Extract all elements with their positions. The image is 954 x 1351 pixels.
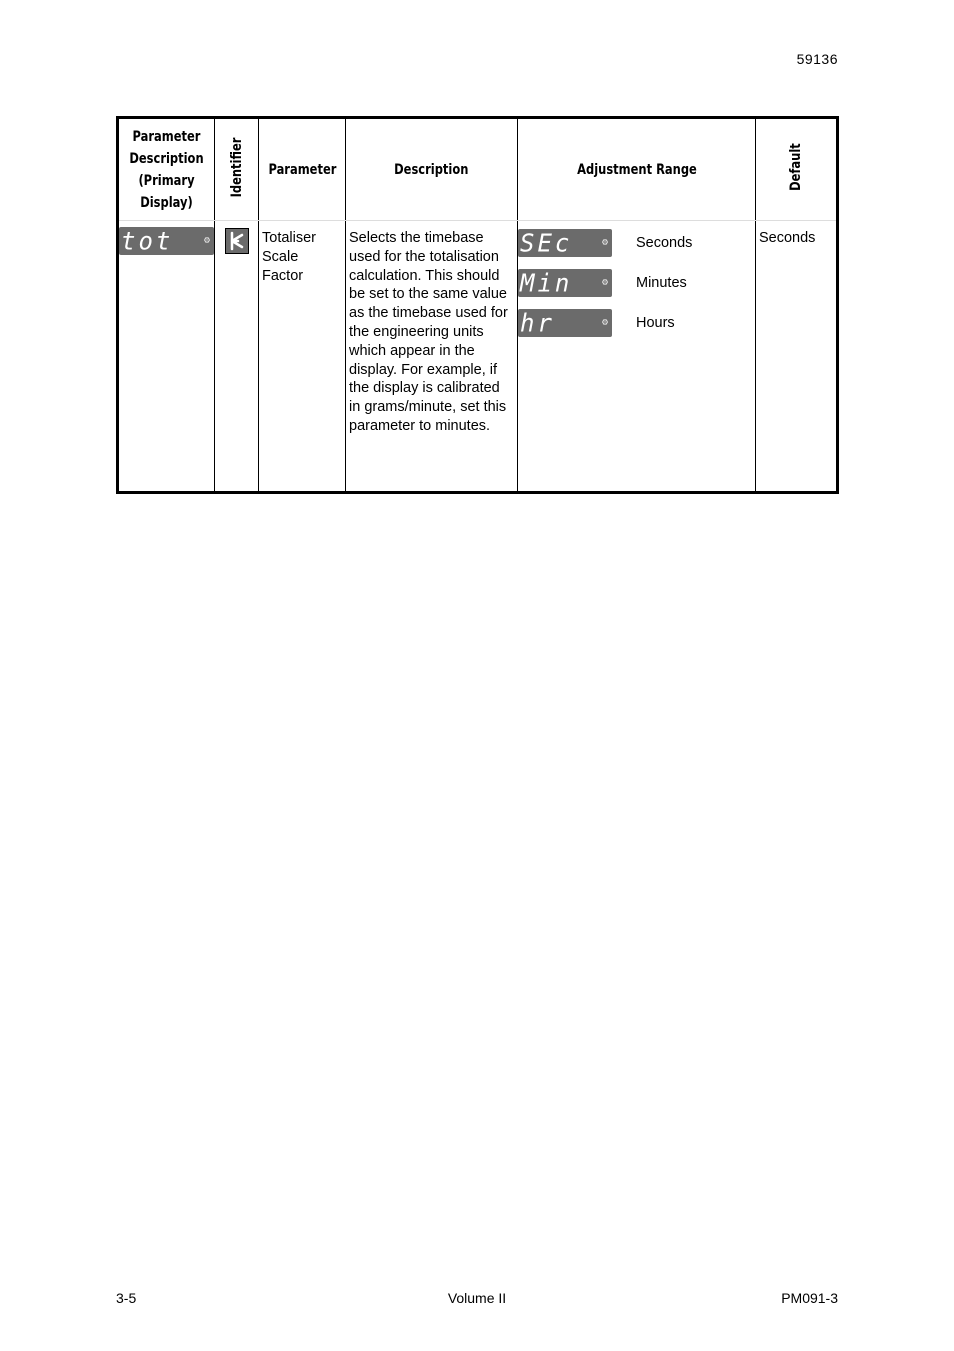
display-annunciator-icon: ⚙	[203, 234, 210, 246]
display-annunciator-icon: ⚙	[601, 236, 608, 248]
display-annunciator-icon: ⚙	[601, 316, 608, 328]
display-annunciator-icon: ⚙	[601, 276, 608, 288]
document-reference: PM091-3	[781, 1290, 838, 1306]
lcd-display-tot: tot ⚙	[119, 227, 214, 255]
totaliser-identifier-icon	[224, 228, 249, 254]
range-label: Hours	[636, 314, 675, 331]
parameter-table: Parameter Description (Primary Display) …	[116, 116, 839, 494]
lcd-display-hr: hr ⚙	[518, 309, 612, 337]
header-default: Default	[755, 117, 838, 221]
range-option-hours: hr ⚙ Hours	[518, 303, 755, 343]
description-cell: Selects the timebase used for the totali…	[345, 220, 518, 493]
header-primary-display: Parameter Description (Primary Display)	[117, 117, 215, 221]
default-cell: Seconds	[755, 220, 838, 493]
document-number: 59136	[796, 51, 838, 67]
primary-display-cell: tot ⚙	[118, 221, 215, 493]
lcd-display-sec: SEc ⚙	[518, 229, 612, 257]
header-parameter: Parameter	[258, 117, 346, 221]
header-adjustment-range: Adjustment Range	[517, 117, 756, 221]
lcd-display-min: Min ⚙	[518, 269, 612, 297]
range-label: Minutes	[636, 274, 687, 291]
table-header-row: Parameter Description (Primary Display) …	[117, 117, 838, 221]
range-option-minutes: Min ⚙ Minutes	[518, 263, 755, 303]
range-label: Seconds	[636, 234, 693, 251]
parameter-cell: Totaliser Scale Factor	[258, 220, 346, 493]
adjustment-range-cell: SEc ⚙ Seconds Min ⚙ Minutes hr ⚙ Hours	[517, 220, 756, 493]
header-identifier: Identifier	[214, 117, 259, 221]
header-description: Description	[345, 117, 518, 221]
range-option-seconds: SEc ⚙ Seconds	[518, 223, 755, 263]
table-row: tot ⚙ Totaliser Scale Factor Selects the…	[118, 220, 838, 493]
identifier-cell	[214, 220, 259, 493]
